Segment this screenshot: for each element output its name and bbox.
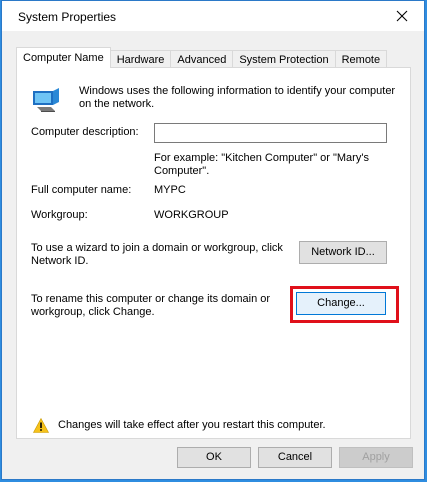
description-example-text: For example: "Kitchen Computer" or "Mary… xyxy=(154,152,369,177)
cancel-button[interactable]: Cancel xyxy=(258,447,332,468)
apply-button[interactable]: Apply xyxy=(339,447,413,468)
ok-button[interactable]: OK xyxy=(177,447,251,468)
full-name-value: MYPC xyxy=(154,184,186,196)
computer-description-input[interactable] xyxy=(154,123,387,143)
tab-remote[interactable]: Remote xyxy=(334,50,388,68)
network-id-button[interactable]: Network ID... xyxy=(299,241,387,264)
rename-text: To rename this computer or change its do… xyxy=(31,293,271,318)
computer-icon xyxy=(33,88,59,112)
description-label: Computer description: xyxy=(31,126,139,138)
network-id-text: To use a wizard to join a domain or work… xyxy=(31,242,283,267)
tab-hardware[interactable]: Hardware xyxy=(109,50,172,68)
tab-advanced[interactable]: Advanced xyxy=(170,50,234,68)
warning-icon xyxy=(33,418,49,433)
close-button[interactable] xyxy=(380,1,424,31)
workgroup-value: WORKGROUP xyxy=(154,209,229,221)
tab-system-protection[interactable]: System Protection xyxy=(232,50,336,68)
intro-text: Windows uses the following information t… xyxy=(79,85,396,110)
change-button[interactable]: Change... xyxy=(296,292,386,315)
system-properties-window: System Properties Computer Name Hardware… xyxy=(1,0,425,480)
restart-warning-text: Changes will take effect after you resta… xyxy=(58,419,326,431)
title-bar: System Properties xyxy=(2,1,424,31)
close-icon xyxy=(396,10,408,22)
window-title: System Properties xyxy=(18,10,117,24)
tab-computer-name[interactable]: Computer Name xyxy=(16,47,111,68)
computer-name-panel: Windows uses the following information t… xyxy=(16,67,411,439)
workgroup-label: Workgroup: xyxy=(31,209,88,221)
full-name-label: Full computer name: xyxy=(31,184,132,196)
tab-strip: Computer Name Hardware Advanced System P… xyxy=(16,47,388,68)
